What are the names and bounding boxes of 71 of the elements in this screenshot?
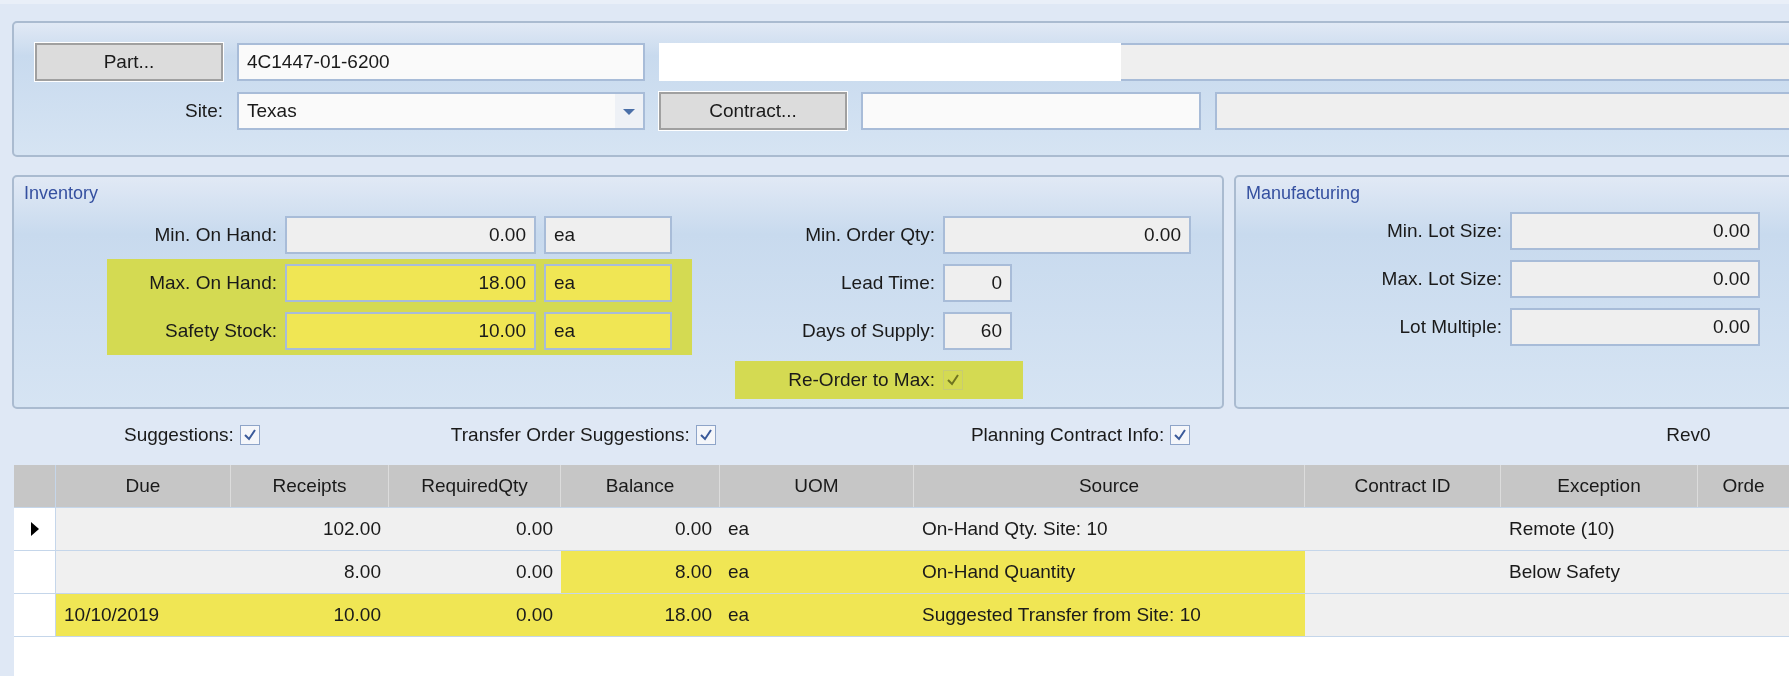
checkbox-label: Re-Order to Max: [787,369,935,391]
field-label: Lot Multiple: [1398,316,1502,338]
number-field[interactable]: 60 [943,312,1012,350]
table-cell: 10.00 [231,594,389,636]
table-cell: 8.00 [231,551,389,593]
current-row-icon [29,521,40,537]
table-cell: ea [720,551,914,593]
part-button[interactable]: Part... [35,43,223,81]
group-title: Inventory [24,183,100,205]
contract-button[interactable]: Contract... [659,92,847,130]
option-checkbox[interactable] [239,425,260,445]
column-header[interactable]: UOM [720,465,914,507]
column-header[interactable]: Receipts [231,465,389,507]
table-cell: ea [720,594,914,636]
option-checkbox[interactable] [1170,425,1191,445]
option-label: Transfer Order Suggestions: [450,424,690,446]
table-cell: 0.00 [389,508,561,550]
site-dropdown[interactable]: Texas [237,92,645,130]
table-cell: 0.00 [389,594,561,636]
quantity-field[interactable]: 0.00 [1510,212,1760,250]
quantity-field[interactable]: 18.00 [285,264,536,302]
group-title: Manufacturing [1246,183,1362,205]
table-cell: 10/10/2019 [56,594,231,636]
table-cell: 0.00 [561,508,720,550]
column-header[interactable]: RequiredQty [389,465,561,507]
table-cell: 18.00 [561,594,720,636]
quantity-field[interactable]: 0.00 [285,216,536,254]
field-label: Max. Lot Size: [1380,268,1502,290]
table-cell: ea [720,508,914,550]
field-label: Days of Supply: [800,320,935,342]
description-field[interactable] [659,43,1789,81]
table-cell: Below Safety [1501,551,1698,593]
field-label: Min. Order Qty: [804,224,935,246]
table-cell: Remote (10) [1501,508,1698,550]
table-cell: 102.00 [231,508,389,550]
column-header[interactable]: Orde [1698,465,1789,507]
contract-field[interactable] [861,92,1201,130]
column-header[interactable]: Exception [1501,465,1698,507]
table-cell: Suggested Transfer from Site: 10 [914,594,1305,636]
column-header[interactable]: Contract ID [1305,465,1501,507]
field-label: Max. On Hand: [148,272,277,294]
revision-label: Rev0 [1666,424,1711,446]
table-cell: 8.00 [561,551,720,593]
column-header[interactable]: Source [914,465,1305,507]
field-label: Min. On Hand: [153,224,277,246]
site-label: Site: [183,100,223,122]
part-field[interactable]: 4C1447-01-6200 [237,43,645,81]
table-cell: On-Hand Quantity [914,551,1305,593]
checkmark-icon [241,427,258,443]
quantity-field[interactable]: 0.00 [1510,308,1760,346]
option-label: Planning Contract Info: [970,424,1165,446]
quantity-field[interactable]: 10.00 [285,312,536,350]
uom-field[interactable]: ea [544,216,672,254]
number-field[interactable]: 0 [943,264,1012,302]
checkmark-icon [1172,427,1189,443]
table-cell: 0.00 [389,551,561,593]
checkmark-icon [697,427,714,443]
option-label: Suggestions: [124,424,234,446]
field-label: Safety Stock: [164,320,277,342]
uom-field[interactable]: ea [544,312,672,350]
contract-description-field[interactable] [1215,92,1789,130]
field-label: Min. Lot Size: [1385,220,1502,242]
field-label: Lead Time: [840,272,935,294]
column-header[interactable]: Balance [561,465,720,507]
number-field[interactable]: 0.00 [943,216,1191,254]
quantity-field[interactable]: 0.00 [1510,260,1760,298]
option-checkbox[interactable] [695,425,716,445]
uom-field[interactable]: ea [544,264,672,302]
checkmark-icon [945,372,961,388]
column-header[interactable]: Due [56,465,231,507]
table-cell: On-Hand Qty. Site: 10 [914,508,1305,550]
